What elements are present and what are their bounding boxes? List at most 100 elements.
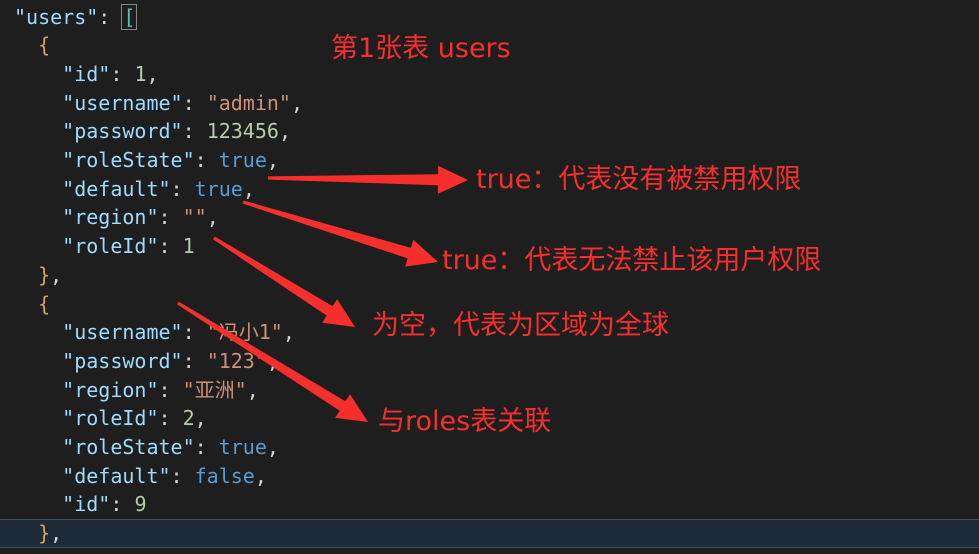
code-token-key: "roleState"	[62, 148, 195, 172]
code-token-punc: :	[98, 4, 123, 29]
code-token-punc: :	[182, 320, 207, 345]
code-token-kw: true	[218, 148, 267, 172]
code-line[interactable]: "region": "",	[0, 203, 979, 232]
code-token-brace: {	[38, 33, 51, 58]
code-token-key: "region"	[62, 377, 159, 402]
code-token-punc: :	[194, 148, 219, 172]
code-token-key: "password"	[62, 119, 183, 144]
code-token-punc: :	[110, 492, 135, 517]
json-code-editor[interactable]: "users": [ { "id": 1, "username": "admin…	[0, 0, 979, 554]
code-token-key: "default"	[62, 176, 171, 201]
code-line[interactable]: "roleState": true,	[0, 146, 979, 175]
code-token-punc: :	[182, 348, 207, 373]
code-token-num: 2	[182, 406, 195, 431]
code-token-punc: ,	[194, 406, 207, 431]
code-token-key: "roleState"	[62, 435, 195, 459]
code-token-kw: true	[194, 176, 243, 201]
code-line[interactable]: },	[0, 261, 979, 290]
code-token-punc: ,	[50, 521, 63, 546]
code-token-punc: :	[110, 61, 135, 86]
code-token-punc: :	[170, 463, 195, 488]
code-token-punc: ,	[290, 90, 304, 115]
code-token-num: 1	[134, 61, 147, 86]
code-line[interactable]: "default": true,	[0, 175, 979, 204]
code-token-punc: ,	[278, 119, 291, 144]
code-token-brace: }	[38, 521, 51, 546]
code-line[interactable]: "id": 1,	[0, 60, 979, 89]
code-token-key: "username"	[62, 320, 183, 345]
code-token-str: "123"	[206, 348, 267, 373]
code-token-punc: :	[182, 119, 207, 144]
code-token-punc: :	[158, 377, 183, 402]
code-token-key: "roleId"	[62, 234, 159, 259]
code-token-key: "default"	[62, 463, 171, 488]
code-token-punc: :	[194, 435, 219, 459]
code-line[interactable]: },	[0, 519, 979, 548]
code-token-key: "roleId"	[62, 406, 159, 431]
code-token-punc: ,	[146, 61, 159, 86]
code-line[interactable]: "region": "亚洲",	[0, 376, 979, 405]
code-token-bracket-match: [	[121, 3, 138, 30]
code-line[interactable]: "password": 123456,	[0, 117, 979, 146]
screenshot-root: "users": [ { "id": 1, "username": "admin…	[0, 0, 979, 554]
code-line[interactable]: {	[0, 31, 979, 60]
code-token-punc: ,	[206, 205, 219, 230]
code-line[interactable]: "users": [	[0, 3, 979, 32]
code-token-punc: ,	[242, 176, 255, 201]
code-token-key: "username"	[62, 90, 183, 115]
code-token-punc: ,	[282, 320, 295, 345]
code-token-str: ""	[182, 205, 207, 230]
code-token-punc: ,	[266, 148, 279, 172]
code-token-punc: ,	[50, 262, 63, 287]
code-token-brace: }	[38, 262, 51, 287]
code-line[interactable]: "roleId": 2,	[0, 404, 979, 433]
code-token-num: 9	[134, 492, 147, 517]
code-token-kw: false	[194, 463, 255, 488]
code-token-punc: ,	[266, 348, 279, 373]
code-line[interactable]: "id": 9	[0, 490, 979, 519]
code-token-str: "亚洲"	[182, 377, 247, 402]
code-line[interactable]: "roleId": 1	[0, 232, 979, 261]
code-token-key: "password"	[62, 348, 183, 373]
code-token-str: "冯小1"	[206, 320, 283, 345]
code-line[interactable]: "default": false,	[0, 462, 979, 491]
code-token-str-key: "users"	[14, 4, 99, 29]
code-token-key: "id"	[62, 61, 111, 86]
code-token-key: "region"	[62, 205, 159, 230]
code-token-punc: :	[170, 176, 195, 201]
code-token-num: 123456	[206, 119, 279, 144]
code-token-num: 1	[182, 234, 195, 259]
code-token-punc: :	[158, 234, 183, 259]
code-line[interactable]: {	[0, 290, 979, 319]
code-token-punc: :	[182, 90, 207, 115]
code-line[interactable]: "password": "123",	[0, 347, 979, 376]
code-token-brace: {	[38, 291, 51, 316]
code-token-str: "admin"	[206, 90, 291, 115]
code-line[interactable]: "username": "冯小1",	[0, 318, 979, 347]
code-token-key: "id"	[62, 492, 111, 517]
code-line[interactable]: "username": "admin",	[0, 89, 979, 118]
code-token-punc: ,	[246, 377, 259, 402]
code-token-punc: ,	[254, 463, 267, 488]
code-token-punc: :	[158, 205, 183, 230]
code-token-punc: ,	[266, 435, 279, 459]
code-line[interactable]: "roleState": true,	[0, 433, 979, 462]
code-token-kw: true	[218, 435, 267, 459]
